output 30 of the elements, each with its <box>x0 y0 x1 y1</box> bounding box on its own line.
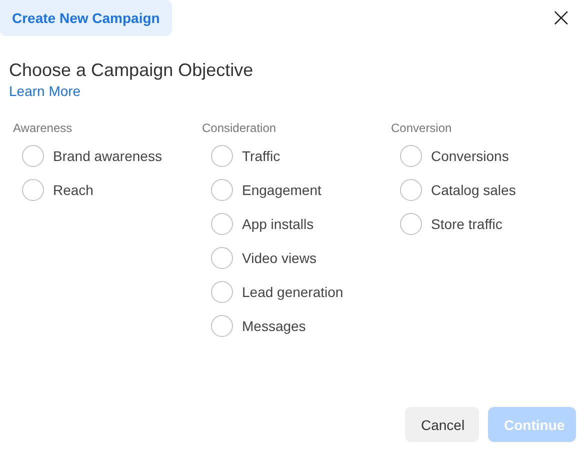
option-label: App installs <box>242 216 314 232</box>
radio-button[interactable] <box>211 145 233 167</box>
heading: Choose a Campaign Objective <box>9 60 254 81</box>
learn-more-link[interactable]: Learn More <box>9 83 81 99</box>
radio-button[interactable] <box>211 247 233 269</box>
group-label: Awareness <box>13 121 72 135</box>
cancel-button[interactable]: Cancel <box>405 407 479 442</box>
radio-button[interactable] <box>22 145 44 167</box>
option-label: Engagement <box>242 182 322 198</box>
radio-button[interactable] <box>22 179 44 201</box>
group-label: Consideration <box>202 121 276 135</box>
radio-button[interactable] <box>211 281 233 303</box>
radio-button[interactable] <box>400 145 422 167</box>
option-label: Messages <box>242 318 306 334</box>
option-label: Reach <box>53 182 94 198</box>
close-button[interactable]: × <box>550 5 572 31</box>
option-label: Video views <box>242 250 316 266</box>
option-label: Lead generation <box>242 284 344 300</box>
option-label: Store traffic <box>431 216 502 232</box>
group-label: Conversion <box>391 121 452 135</box>
radio-button[interactable] <box>211 179 233 201</box>
option-label: Catalog sales <box>431 182 516 198</box>
radio-button[interactable] <box>211 315 233 337</box>
tab[interactable]: Create New Campaign <box>0 0 172 36</box>
option-label: Conversions <box>431 148 509 164</box>
radio-button[interactable] <box>211 213 233 235</box>
radio-button[interactable] <box>400 213 422 235</box>
option-label: Brand awareness <box>53 148 162 164</box>
radio-button[interactable] <box>400 179 422 201</box>
option-label: Traffic <box>242 148 280 164</box>
